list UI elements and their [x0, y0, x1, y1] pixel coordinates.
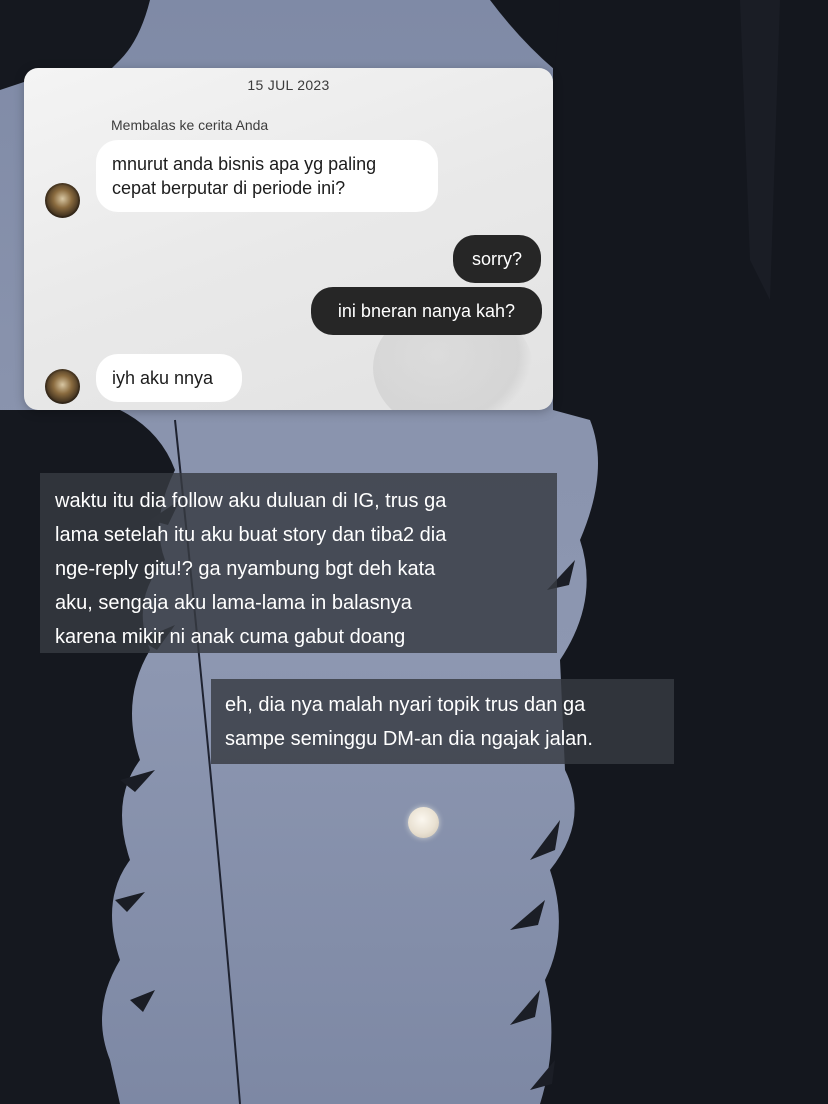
caption-line: karena mikir ni anak cuma gabut doang [55, 626, 406, 648]
caption-line: nge-reply gitu!? ga nyambung bgt deh kat… [55, 558, 436, 580]
story-caption: waktu itu dia follow aku duluan di IG, t… [40, 473, 557, 653]
outgoing-message[interactable]: sorry? [453, 235, 541, 283]
caption-line: eh, dia nya malah nyari topik trus dan g… [225, 694, 586, 716]
incoming-message[interactable]: mnurut anda bisnis apa yg paling cepat b… [96, 140, 438, 212]
caption-line: aku, sengaja aku lama-lama in balasnya [55, 592, 412, 614]
chat-date: 15 JUL 2023 [247, 77, 330, 93]
moon [408, 807, 439, 838]
caption-line: lama setelah itu aku buat story dan tiba… [55, 524, 447, 546]
outgoing-message[interactable]: ini bneran nanya kah? [311, 287, 542, 335]
story-reply-note: Membalas ke cerita Anda [111, 117, 269, 133]
sender-avatar[interactable] [45, 183, 80, 218]
incoming-message[interactable]: iyh aku nnya [96, 354, 242, 402]
sender-avatar[interactable] [45, 369, 80, 404]
caption-line: waktu itu dia follow aku duluan di IG, t… [55, 490, 447, 512]
chat-screenshot: 15 JUL 2023 Membalas ke cerita Anda mnur… [24, 68, 553, 410]
story-caption: eh, dia nya malah nyari topik trus dan g… [211, 679, 674, 764]
caption-line: sampe seminggu DM-an dia ngajak jalan. [225, 728, 593, 750]
